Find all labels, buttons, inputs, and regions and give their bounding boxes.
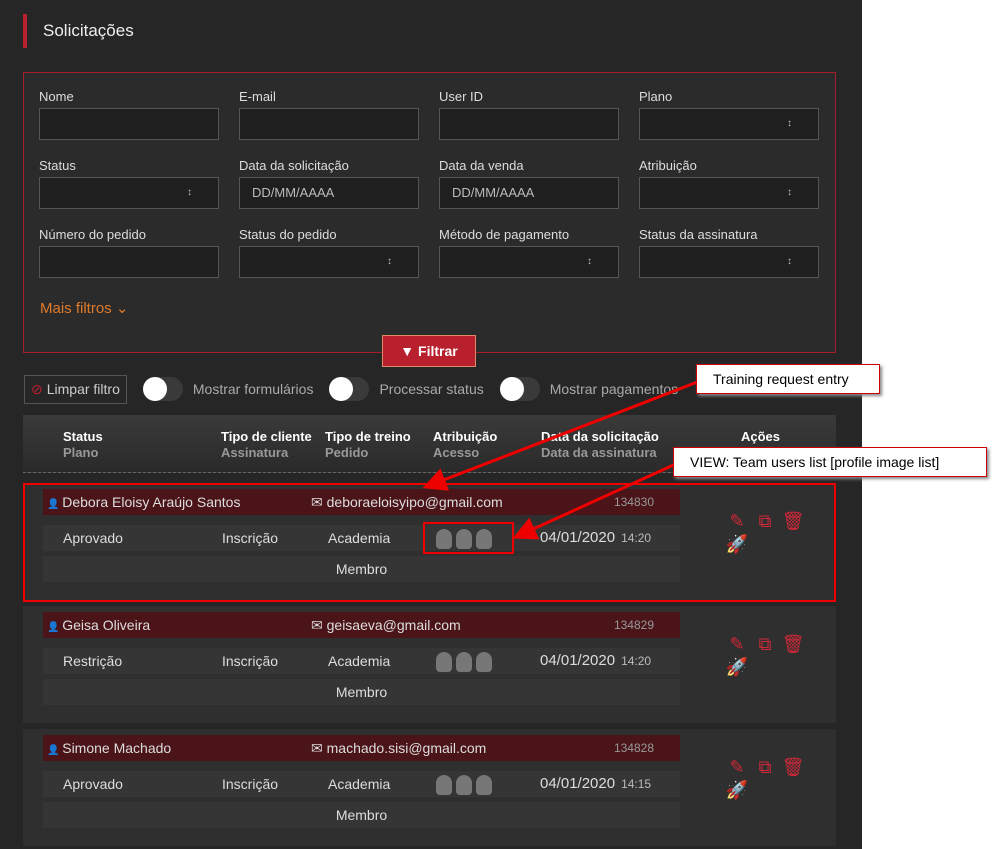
annotation-entry: Training request entry bbox=[696, 364, 880, 394]
annotation-view: VIEW: Team users list [profile image lis… bbox=[673, 447, 987, 477]
highlight-avatars bbox=[423, 522, 514, 554]
annotation-arrows bbox=[422, 379, 701, 540]
